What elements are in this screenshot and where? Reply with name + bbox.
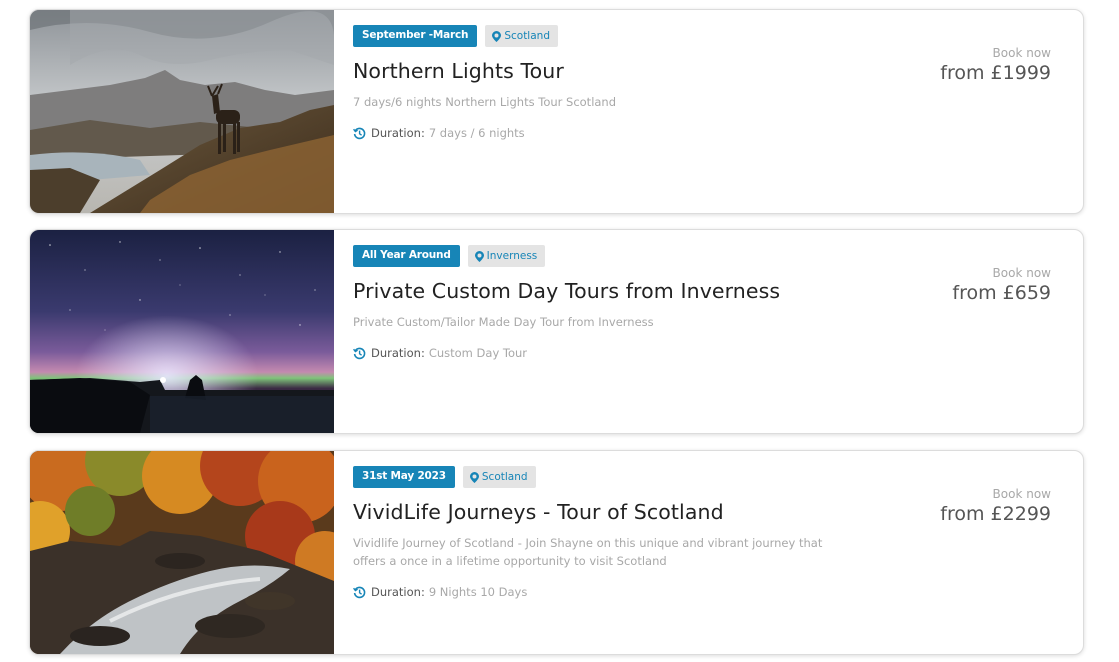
- tour-title[interactable]: Private Custom Day Tours from Inverness: [353, 279, 873, 303]
- duration-label: Duration:: [371, 126, 425, 140]
- tour-tags: 31st May 2023 Scotland: [353, 466, 873, 488]
- tour-price: from £1999: [940, 62, 1051, 84]
- date-tag: 31st May 2023: [353, 466, 455, 488]
- tour-description: 7 days/6 nights Northern Lights Tour Sco…: [353, 95, 617, 109]
- tour-price: from £659: [952, 282, 1051, 304]
- tour-duration: Duration: 9 Nights 10 Days: [353, 585, 873, 599]
- tour-info: September -March Scotland Northern Light…: [353, 25, 873, 140]
- tour-title[interactable]: Northern Lights Tour: [353, 59, 873, 83]
- tour-title[interactable]: VividLife Journeys - Tour of Scotland: [353, 500, 873, 524]
- history-clock-icon: [353, 127, 366, 140]
- history-clock-icon: [353, 586, 366, 599]
- tour-description: Private Custom/Tailor Made Day Tour from…: [353, 315, 654, 329]
- tour-price-block: Book now from £659: [952, 266, 1051, 304]
- location-label: Scotland: [504, 29, 550, 42]
- tour-image-aurora-coast[interactable]: [30, 230, 334, 433]
- location-label: Scotland: [481, 470, 528, 483]
- tour-tags: September -March Scotland: [353, 25, 873, 47]
- tour-card[interactable]: 31st May 2023 Scotland VividLife Journey…: [29, 450, 1084, 655]
- map-pin-icon: [492, 30, 502, 42]
- tour-tags: All Year Around Inverness: [353, 245, 873, 267]
- tour-price: from £2299: [940, 503, 1051, 525]
- book-now-link[interactable]: Book now: [952, 266, 1051, 280]
- map-pin-icon: [469, 471, 479, 483]
- duration-value: 7 days / 6 nights: [428, 126, 525, 140]
- duration-value: 9 Nights 10 Days: [428, 585, 528, 599]
- tour-info: All Year Around Inverness Private Custom…: [353, 245, 873, 360]
- tour-image-deer-highlands[interactable]: [30, 10, 334, 213]
- tour-price-block: Book now from £1999: [940, 46, 1051, 84]
- duration-label: Duration:: [371, 346, 425, 360]
- date-tag: All Year Around: [353, 245, 460, 267]
- duration-label: Duration:: [371, 585, 425, 599]
- tour-info: 31st May 2023 Scotland VividLife Journey…: [353, 466, 873, 599]
- location-label: Inverness: [486, 249, 538, 262]
- location-tag[interactable]: Scotland: [462, 466, 536, 488]
- location-tag[interactable]: Scotland: [485, 25, 558, 47]
- date-tag: September -March: [353, 25, 478, 47]
- book-now-link[interactable]: Book now: [940, 487, 1051, 501]
- tour-description: Vividlife Journey of Scotland - Join Sha…: [353, 536, 823, 568]
- tour-duration: Duration: 7 days / 6 nights: [353, 126, 873, 140]
- tour-image-autumn-river[interactable]: [30, 451, 334, 654]
- tour-price-block: Book now from £2299: [940, 487, 1051, 525]
- book-now-link[interactable]: Book now: [940, 46, 1051, 60]
- map-pin-icon: [474, 250, 484, 262]
- tour-card[interactable]: All Year Around Inverness Private Custom…: [29, 229, 1084, 434]
- tour-duration: Duration: Custom Day Tour: [353, 346, 873, 360]
- location-tag[interactable]: Inverness: [467, 245, 546, 267]
- duration-value: Custom Day Tour: [428, 346, 528, 360]
- tour-card[interactable]: September -March Scotland Northern Light…: [29, 9, 1084, 214]
- history-clock-icon: [353, 347, 366, 360]
